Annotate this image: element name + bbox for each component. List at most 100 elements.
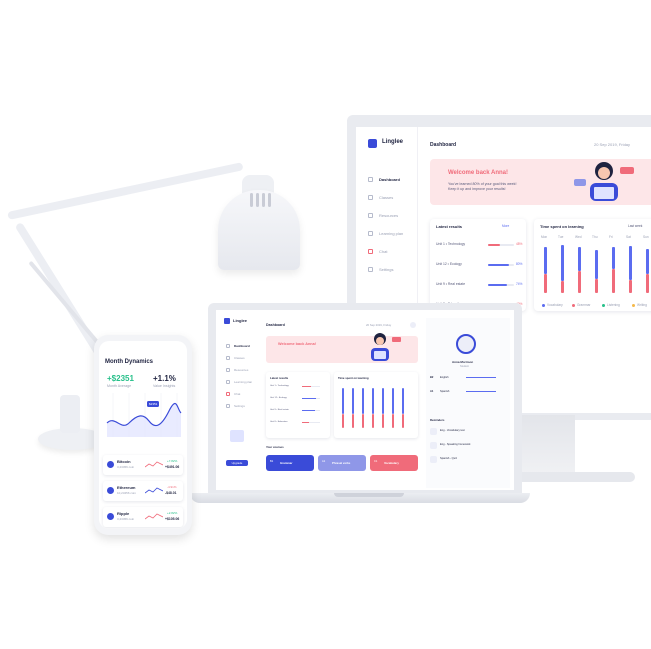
legend-label: Listening xyxy=(607,303,620,307)
card-title: Time spent on learning xyxy=(338,376,369,380)
bar-segment xyxy=(372,414,374,428)
bar-segment xyxy=(362,388,364,414)
course-level: B1 xyxy=(270,460,274,463)
coin-icon xyxy=(107,513,114,520)
plan-icon xyxy=(368,231,373,236)
avatar xyxy=(456,334,476,354)
student-illustration xyxy=(371,333,401,361)
bar-segment xyxy=(561,245,564,281)
chat-icon xyxy=(368,249,373,254)
nav-resources[interactable]: Resources xyxy=(368,213,398,218)
student-illustration xyxy=(574,162,634,201)
result-label: Unit 8 • Education xyxy=(270,421,288,423)
result-bar xyxy=(488,284,508,286)
laptop-notch xyxy=(334,493,404,497)
bar-segment xyxy=(402,388,404,414)
day-label: Thu xyxy=(592,235,598,239)
result-bar xyxy=(488,264,509,266)
change-label: Value Insights xyxy=(153,384,176,388)
nav-chat[interactable]: Chat xyxy=(368,249,387,254)
nav-label: Classes xyxy=(234,356,245,360)
language-level: B2 xyxy=(430,376,434,379)
legend-label: Writing xyxy=(637,303,647,307)
coin-amount: 10,23456 coin xyxy=(117,491,136,495)
nav-label: Dashboard xyxy=(379,177,400,182)
lamp-vent xyxy=(250,193,253,207)
time-spent-card xyxy=(534,219,651,311)
legend-dot xyxy=(542,304,545,307)
result-label: Unit 1 • Technology xyxy=(436,242,466,246)
result-bar xyxy=(488,244,501,246)
result-percent: 74% xyxy=(516,282,523,286)
bar-segment xyxy=(595,249,598,279)
welcome-line: Keep it up and improve your results! xyxy=(448,187,506,191)
bar-segment xyxy=(646,273,649,293)
nav-resources[interactable]: Resources xyxy=(226,368,248,372)
bar-segment xyxy=(578,247,581,272)
period-select[interactable]: Last week xyxy=(628,224,642,228)
day-label: Wed xyxy=(575,235,582,239)
course-name: Phrasal verbs xyxy=(332,461,351,465)
nav-settings[interactable]: Settings xyxy=(368,267,393,272)
logo-icon xyxy=(368,139,377,148)
nav-dashboard[interactable]: Dashboard xyxy=(368,177,400,182)
nav-learning-plan[interactable]: Learning plan xyxy=(226,380,252,384)
lamp-shade xyxy=(218,190,300,270)
bar-segment xyxy=(402,414,404,428)
card-title: Time spent on learning xyxy=(540,224,584,229)
nav-label: Chat xyxy=(379,249,388,254)
result-label: Unit 9 • Real estate xyxy=(270,409,289,411)
profile-role: Student xyxy=(460,365,469,368)
legend-dot xyxy=(572,304,575,307)
result-bar xyxy=(302,398,317,400)
course-name: Grammar xyxy=(280,461,293,465)
day-label: Tue xyxy=(558,235,564,239)
nav-settings[interactable]: Settings xyxy=(226,404,245,408)
nav-classes[interactable]: Classes xyxy=(368,195,393,200)
language-name: English xyxy=(440,376,449,379)
bar-segment xyxy=(578,271,581,293)
coin-name: Ethereum xyxy=(117,485,136,490)
result-label: Unit 12 • Ecology xyxy=(436,262,462,266)
resources-icon xyxy=(226,368,230,372)
upgrade-illustration xyxy=(230,430,244,442)
nav-label: Resources xyxy=(379,213,399,218)
bar-segment xyxy=(392,388,394,414)
section-title: Your courses xyxy=(266,445,284,449)
phone-screen: Month Dynamics +$2351 Month Average +1.1… xyxy=(99,341,187,529)
nav-label: Learning plan xyxy=(234,380,253,384)
coin-change: -4.91% xyxy=(167,485,177,489)
coin-sparkline xyxy=(145,461,163,468)
result-percent: 80% xyxy=(516,262,523,266)
month-chart xyxy=(106,393,182,437)
bar-segment xyxy=(595,278,598,293)
result-label: Unit 1 • Technology xyxy=(270,385,289,387)
nav-label: Classes xyxy=(379,195,394,200)
brand-name: Linglee xyxy=(382,139,404,145)
language-progress xyxy=(466,391,496,393)
nav-classes[interactable]: Classes xyxy=(226,356,245,360)
result-bar xyxy=(302,422,310,424)
chart-tooltip-label: $2351 xyxy=(149,402,158,406)
bar-segment xyxy=(629,245,632,280)
card-title: Latest results xyxy=(270,376,289,380)
coin-amount: 3,23456 coin xyxy=(117,517,135,521)
search-icon[interactable] xyxy=(410,322,416,328)
more-link[interactable]: More xyxy=(502,224,509,228)
reminder-text[interactable]: Eng - Speaking homework xyxy=(440,443,470,446)
legend-label: Vocabulary xyxy=(547,303,563,307)
course-level: C1 xyxy=(374,460,378,463)
upgrade-button[interactable]: Upgrade xyxy=(226,460,248,466)
bar-segment xyxy=(372,388,374,414)
coin-name: Ripple xyxy=(117,511,130,516)
nav-learning-plan[interactable]: Learning plan xyxy=(368,231,403,236)
reminder-text[interactable]: Eng - Vocabulary test xyxy=(440,429,465,432)
reminder-text[interactable]: Spanish - Quiz xyxy=(440,457,457,460)
card-title: Latest results xyxy=(436,224,463,229)
gear-icon xyxy=(226,404,230,408)
course-name: Vocabulary xyxy=(384,461,399,465)
day-label: Sat xyxy=(626,235,631,239)
nav-dashboard[interactable]: Dashboard xyxy=(226,344,250,348)
classes-icon xyxy=(368,195,373,200)
nav-chat[interactable]: Chat xyxy=(226,392,240,396)
